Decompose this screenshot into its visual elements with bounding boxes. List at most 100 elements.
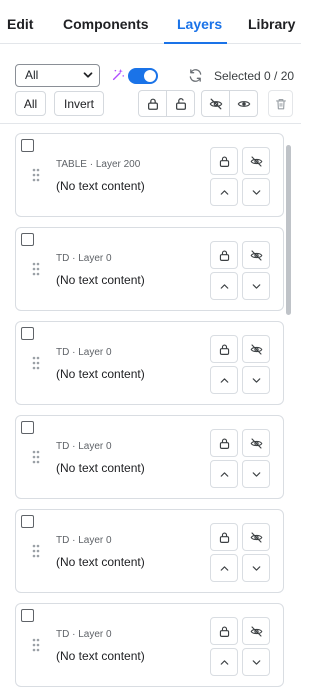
chevron-down-icon [83,72,93,78]
chevron-up-icon [220,659,228,665]
magic-select-toggle[interactable] [128,68,158,84]
layer-visibility-button[interactable] [242,429,270,457]
toggle-knob [144,70,156,82]
layer-text-content: (No text content) [56,367,145,381]
drag-handle-icon[interactable] [32,450,40,464]
layer-meta: TD · Layer 0 [56,347,112,358]
chevron-down-icon [252,659,260,665]
chevron-up-icon [220,377,228,383]
layer-meta: TABLE · Layer 200 [56,159,141,170]
layer-checkbox[interactable] [21,515,34,528]
lock-selected-button[interactable] [138,90,167,117]
eye-icon [237,100,250,107]
move-layer-up-button[interactable] [210,460,238,488]
layers-toolbar: All Selected 0 / 20 All Invert [0,44,301,124]
layer-checkbox[interactable] [21,233,34,246]
move-layer-down-button[interactable] [242,648,270,676]
show-selected-button[interactable] [229,90,258,117]
layer-card[interactable]: TABLE · Layer 200 (No text content) [15,133,284,217]
layer-list[interactable]: TABLE · Layer 200 (No text content) TD ·… [6,125,295,697]
layer-meta: TD · Layer 0 [56,535,112,546]
tab-components[interactable]: Components [63,16,149,32]
filter-select-value: All [25,68,39,82]
layer-checkbox[interactable] [21,421,34,434]
tab-edit[interactable]: Edit [7,16,33,32]
move-layer-up-button[interactable] [210,648,238,676]
lock-icon [219,155,229,167]
drag-handle-icon[interactable] [32,356,40,370]
chevron-up-icon [220,471,228,477]
select-all-button[interactable]: All [15,91,46,116]
move-layer-up-button[interactable] [210,554,238,582]
hide-selected-button[interactable] [201,90,230,117]
layer-card[interactable]: TD · Layer 0 (No text content) [15,509,284,593]
chevron-down-icon [252,377,260,383]
chevron-down-icon [252,189,260,195]
chevron-up-icon [220,565,228,571]
selected-count: Selected 0 / 20 [214,69,295,83]
lock-icon [219,249,229,261]
layer-text-content: (No text content) [56,649,145,663]
layer-visibility-button[interactable] [242,147,270,175]
layer-lock-button[interactable] [210,241,238,269]
layer-text-content: (No text content) [56,179,145,193]
eye-off-icon [250,249,262,261]
layer-text-content: (No text content) [56,273,145,287]
layer-card[interactable]: TD · Layer 0 (No text content) [15,227,284,311]
tab-library[interactable]: Library [248,16,295,32]
unlock-selected-button[interactable] [166,90,195,117]
layer-lock-button[interactable] [210,335,238,363]
tab-layers[interactable]: Layers [177,16,222,32]
layer-checkbox[interactable] [21,139,34,152]
move-layer-up-button[interactable] [210,366,238,394]
layer-meta: TD · Layer 0 [56,253,112,264]
lock-icon [219,437,229,449]
layer-card[interactable]: TD · Layer 0 (No text content) [15,603,284,687]
layer-card[interactable]: TD · Layer 0 (No text content) [15,415,284,499]
layer-visibility-button[interactable] [242,523,270,551]
unlock-icon [175,97,186,110]
layer-lock-button[interactable] [210,617,238,645]
layer-checkbox[interactable] [21,609,34,622]
drag-handle-icon[interactable] [32,638,40,652]
move-layer-down-button[interactable] [242,554,270,582]
invert-selection-button[interactable]: Invert [54,91,104,116]
move-layer-up-button[interactable] [210,272,238,300]
scrollbar-thumb[interactable] [286,145,291,315]
magic-wand-icon [112,68,125,81]
layer-lock-button[interactable] [210,523,238,551]
chevron-down-icon [252,565,260,571]
layer-lock-button[interactable] [210,147,238,175]
drag-handle-icon[interactable] [32,168,40,182]
delete-selected-button[interactable] [268,90,293,117]
lock-icon [147,98,158,110]
layer-card[interactable]: TD · Layer 0 (No text content) [15,321,284,405]
trash-icon [275,98,286,109]
move-layer-down-button[interactable] [242,178,270,206]
layer-lock-button[interactable] [210,429,238,457]
eye-off-icon [250,437,262,449]
layer-visibility-button[interactable] [242,617,270,645]
lock-icon [219,343,229,355]
move-layer-down-button[interactable] [242,366,270,394]
move-layer-up-button[interactable] [210,178,238,206]
drag-handle-icon[interactable] [32,262,40,276]
drag-handle-icon[interactable] [32,544,40,558]
layer-visibility-button[interactable] [242,335,270,363]
eye-off-icon [250,155,262,167]
move-layer-down-button[interactable] [242,460,270,488]
chevron-down-icon [252,283,260,289]
refresh-icon[interactable] [188,68,203,83]
eye-off-icon [250,531,262,543]
layer-text-content: (No text content) [56,555,145,569]
tab-bar: Edit Components Layers Library [0,0,301,44]
layer-checkbox[interactable] [21,327,34,340]
move-layer-down-button[interactable] [242,272,270,300]
chevron-up-icon [220,189,228,195]
filter-select[interactable]: All [15,64,100,87]
eye-off-icon [209,98,222,109]
chevron-down-icon [252,471,260,477]
layer-visibility-button[interactable] [242,241,270,269]
layer-meta: TD · Layer 0 [56,441,112,452]
eye-off-icon [250,343,262,355]
